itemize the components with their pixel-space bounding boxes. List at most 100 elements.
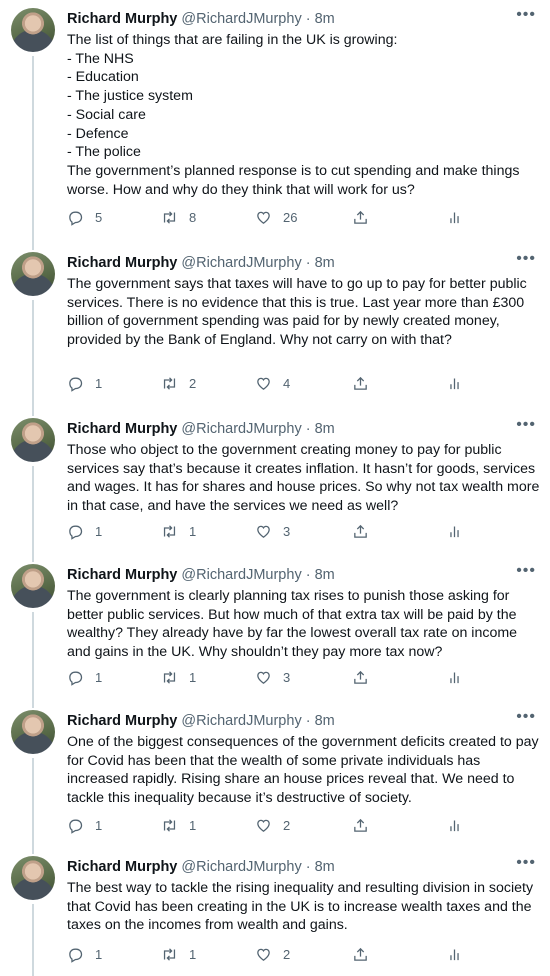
avatar[interactable] — [11, 710, 55, 754]
reply-button[interactable]: 1 — [67, 817, 102, 834]
reply-button[interactable]: 1 — [67, 523, 102, 540]
tweet-actions: 1 1 2 — [67, 817, 477, 835]
share-button[interactable] — [352, 817, 369, 834]
tweet-header: Richard Murphy @RichardJMurphy · 8m — [67, 567, 335, 583]
like-button[interactable]: 4 — [255, 375, 290, 392]
thread-line — [32, 244, 34, 250]
reply-button[interactable]: 1 — [67, 946, 102, 963]
author-name[interactable]: Richard Murphy — [67, 567, 177, 583]
timestamp[interactable]: 8m — [315, 713, 335, 729]
retweet-count: 1 — [189, 670, 197, 685]
timestamp[interactable]: 8m — [315, 567, 335, 583]
more-icon[interactable]: ••• — [516, 416, 536, 434]
retweet-button[interactable]: 1 — [161, 523, 196, 540]
tweet-header: Richard Murphy @RichardJMurphy · 8m — [67, 421, 335, 437]
tweet-actions: 1 1 2 — [67, 946, 477, 964]
like-button[interactable]: 3 — [255, 523, 290, 540]
thread-line — [32, 612, 34, 702]
retweet-icon — [163, 671, 176, 684]
tweet-actions: 1 1 3 — [67, 669, 477, 687]
more-icon[interactable]: ••• — [516, 854, 536, 872]
timestamp[interactable]: 8m — [315, 11, 335, 27]
author-name[interactable]: Richard Murphy — [67, 859, 177, 875]
analytics-button[interactable] — [446, 669, 463, 686]
reply-button[interactable]: 5 — [67, 209, 102, 226]
retweet-count: 8 — [189, 210, 197, 225]
author-handle[interactable]: @RichardJMurphy — [181, 713, 301, 729]
tweet-text: One of the biggest consequences of the g… — [67, 734, 539, 807]
thread-line — [32, 300, 34, 410]
reply-icon — [69, 525, 83, 540]
reply-button[interactable]: 1 — [67, 375, 102, 392]
more-icon[interactable]: ••• — [516, 250, 536, 268]
reply-count: 1 — [95, 818, 103, 833]
author-name[interactable]: Richard Murphy — [67, 713, 177, 729]
thread-line — [32, 56, 34, 244]
tweet[interactable]: Richard Murphy @RichardJMurphy · 8m ••• … — [0, 0, 550, 244]
like-button[interactable]: 2 — [255, 946, 290, 963]
retweet-count: 1 — [189, 524, 197, 539]
retweet-button[interactable]: 1 — [161, 817, 196, 834]
analytics-button[interactable] — [446, 817, 463, 834]
heart-icon — [257, 525, 270, 538]
analytics-icon — [450, 378, 459, 390]
timestamp[interactable]: 8m — [315, 255, 335, 271]
timestamp[interactable]: 8m — [315, 421, 335, 437]
tweet[interactable]: Richard Murphy @RichardJMurphy · 8m ••• … — [0, 244, 550, 410]
share-button[interactable] — [352, 946, 369, 963]
share-button[interactable] — [352, 209, 369, 226]
tweet-text: The government is clearly planning tax r… — [67, 588, 518, 661]
more-icon[interactable]: ••• — [516, 6, 536, 24]
analytics-icon — [450, 526, 459, 538]
author-name[interactable]: Richard Murphy — [67, 255, 177, 271]
thread-line — [32, 702, 34, 708]
author-name[interactable]: Richard Murphy — [67, 11, 177, 27]
author-handle[interactable]: @RichardJMurphy — [181, 567, 301, 583]
more-icon[interactable]: ••• — [516, 562, 536, 580]
author-handle[interactable]: @RichardJMurphy — [181, 859, 301, 875]
retweet-button[interactable]: 2 — [161, 375, 196, 392]
tweet-header: Richard Murphy @RichardJMurphy · 8m — [67, 255, 335, 271]
tweet-actions: 1 2 4 — [67, 375, 477, 393]
retweet-count: 2 — [189, 376, 197, 391]
tweet[interactable]: Richard Murphy @RichardJMurphy · 8m ••• … — [0, 702, 550, 848]
author-handle[interactable]: @RichardJMurphy — [181, 421, 301, 437]
retweet-icon — [163, 819, 176, 832]
tweet[interactable]: Richard Murphy @RichardJMurphy · 8m ••• … — [0, 848, 550, 976]
share-button[interactable] — [352, 669, 369, 686]
like-button[interactable]: 2 — [255, 817, 290, 834]
analytics-button[interactable] — [446, 523, 463, 540]
retweet-button[interactable]: 8 — [161, 209, 196, 226]
like-button[interactable]: 3 — [255, 669, 290, 686]
tweet[interactable]: Richard Murphy @RichardJMurphy · 8m ••• … — [0, 410, 550, 556]
timestamp[interactable]: 8m — [315, 859, 335, 875]
reply-icon — [69, 211, 83, 226]
analytics-button[interactable] — [446, 209, 463, 226]
analytics-button[interactable] — [446, 946, 463, 963]
avatar[interactable] — [11, 8, 55, 52]
thread-line — [32, 556, 34, 562]
like-button[interactable]: 26 — [255, 209, 297, 226]
analytics-button[interactable] — [446, 375, 463, 392]
author-handle[interactable]: @RichardJMurphy — [181, 255, 301, 271]
reply-button[interactable]: 1 — [67, 669, 102, 686]
avatar[interactable] — [11, 418, 55, 462]
retweet-button[interactable]: 1 — [161, 669, 196, 686]
avatar[interactable] — [11, 252, 55, 296]
tweet-actions: 5 8 26 — [67, 209, 477, 227]
share-button[interactable] — [352, 523, 369, 540]
heart-icon — [257, 211, 270, 224]
author-name[interactable]: Richard Murphy — [67, 421, 177, 437]
like-count: 26 — [283, 210, 298, 225]
retweet-button[interactable]: 1 — [161, 946, 196, 963]
like-count: 2 — [283, 947, 291, 962]
more-icon[interactable]: ••• — [516, 708, 536, 726]
thread-line — [32, 848, 34, 854]
reply-icon — [69, 671, 83, 686]
share-button[interactable] — [352, 375, 369, 392]
avatar[interactable] — [11, 564, 55, 608]
tweet[interactable]: Richard Murphy @RichardJMurphy · 8m ••• … — [0, 556, 550, 702]
like-count: 4 — [283, 376, 291, 391]
avatar[interactable] — [11, 856, 55, 900]
author-handle[interactable]: @RichardJMurphy — [181, 11, 301, 27]
